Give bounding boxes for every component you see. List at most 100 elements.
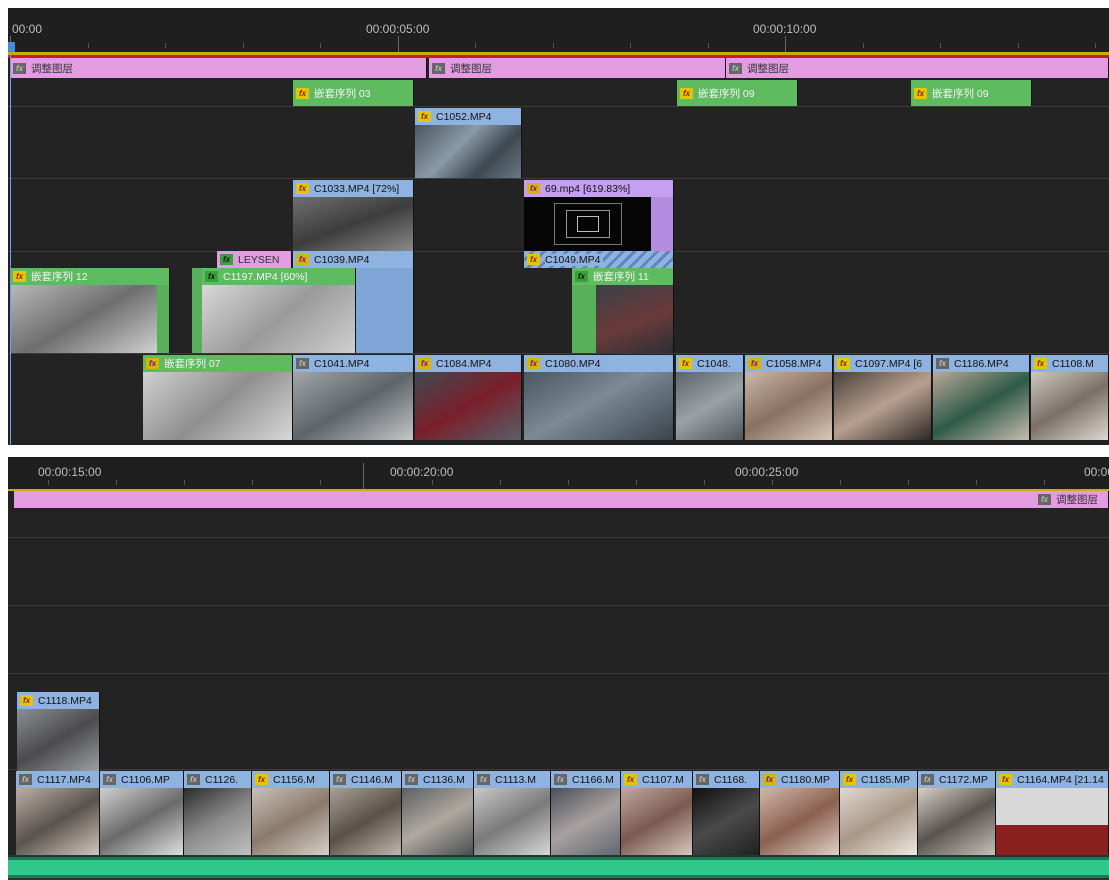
clip-label: C1117.MP4: [37, 773, 91, 786]
video-clip[interactable]: fx C1041.MP4: [293, 355, 414, 440]
clip-label: C1146.M: [351, 773, 393, 786]
timecode-label: 00:00:20:00: [390, 465, 454, 479]
fx-badge-icon: fx: [205, 271, 218, 282]
nested-sequence-clip[interactable]: fx 嵌套序列 03: [293, 80, 414, 106]
fx-badge-icon: fx: [843, 774, 856, 785]
nested-sequence-clip[interactable]: fx 嵌套序列 09: [677, 80, 798, 106]
fx-badge-icon: fx: [527, 183, 540, 194]
video-clip[interactable]: fx C1186.MP4: [933, 355, 1030, 440]
clip-thumbnail: [474, 788, 550, 855]
clip-label: 调整图层: [747, 62, 789, 75]
clip-label: C1048.: [697, 357, 731, 370]
clip-label: C1118.MP4: [38, 694, 92, 707]
video-clip[interactable]: fx 69.mp4 [619.83%]: [524, 180, 674, 251]
timeline-panel-bottom[interactable]: 00:00:15:00 00:00:20:00 00:00:25:00 00:0…: [8, 457, 1109, 880]
adjustment-layer-clip[interactable]: fx 调整图层: [726, 58, 1109, 78]
nested-sequence-clip[interactable]: fx 嵌套序列 07: [143, 355, 293, 440]
video-clip[interactable]: fx C1197.MP4 [60%]: [192, 268, 356, 353]
fx-badge-icon: fx: [527, 254, 540, 265]
video-clip[interactable]: fx C1156.M: [252, 771, 330, 855]
nested-sequence-clip[interactable]: fx 嵌套序列 12: [10, 268, 170, 353]
video-clip[interactable]: fx C1185.MP: [840, 771, 918, 855]
video-clip[interactable]: fx C1146.M: [330, 771, 402, 855]
fx-badge-icon: fx: [1034, 358, 1047, 369]
clip-label: C1097.MP4 [6: [855, 357, 923, 370]
video-clip[interactable]: fx C1107.M: [621, 771, 693, 855]
video-clip[interactable]: fx C1164.MP4 [21.14: [996, 771, 1109, 855]
fx-badge-icon: fx: [527, 358, 540, 369]
timeline-panel-top[interactable]: 00:00 00:00:05:00 00:00:10:00 fx 调整图层 fx 调…: [8, 8, 1109, 445]
clip-label: C1164.MP4 [21.14: [1017, 773, 1104, 786]
fx-badge-icon: fx: [20, 695, 33, 706]
adjustment-layer-clip[interactable]: fx 调整图层: [10, 58, 427, 78]
fx-badge-icon: fx: [477, 774, 490, 785]
fx-badge-icon: fx: [624, 774, 637, 785]
video-clip[interactable]: fx C1118.MP4: [17, 692, 100, 771]
fx-badge-icon: fx: [333, 774, 346, 785]
video-clip[interactable]: fx C1172.MP: [918, 771, 996, 855]
nested-sequence-clip[interactable]: fx 嵌套序列 11: [572, 268, 674, 353]
clip-label: 嵌套序列 12: [31, 271, 88, 283]
clip-thumbnail: [202, 285, 355, 353]
video-clip[interactable]: fx C1113.M: [474, 771, 551, 855]
clip-thumbnail: [293, 197, 413, 251]
time-ruler[interactable]: 00:00 00:00:05:00 00:00:10:00: [8, 8, 1109, 54]
fx-badge-icon: fx: [696, 774, 709, 785]
clip-label: C1126.: [205, 773, 239, 786]
clip-label: C1172.MP: [939, 773, 988, 786]
playhead-line: [10, 52, 11, 445]
video-clip[interactable]: fx C1117.MP4: [16, 771, 100, 855]
clip-label: C1166.M: [572, 773, 614, 786]
nested-sequence-clip[interactable]: fx 嵌套序列 09: [911, 80, 1032, 106]
video-clip[interactable]: fx C1097.MP4 [6: [834, 355, 932, 440]
fx-badge-icon: fx: [103, 774, 116, 785]
fx-badge-icon: fx: [680, 87, 693, 99]
audio-waveform[interactable]: [8, 855, 1109, 880]
video-clip[interactable]: fx C1136.M: [402, 771, 474, 855]
clip-label: 嵌套序列 09: [932, 87, 989, 100]
clip-thumbnail: [840, 788, 917, 855]
clip-thumbnail: [621, 788, 692, 855]
timecode-label: 00:00:25:00: [735, 465, 799, 479]
clip-label: C1049.MP4: [545, 253, 604, 266]
clip-thumbnail: [834, 372, 931, 440]
fx-badge-icon: fx: [554, 774, 567, 785]
video-clip[interactable]: fx C1180.MP: [760, 771, 840, 855]
fx-badge-icon: fx: [418, 111, 431, 122]
clip-label: 69.mp4 [619.83%]: [545, 182, 631, 195]
clip-thumbnail: [402, 788, 473, 855]
clip-thumbnail: [918, 788, 995, 855]
video-clip[interactable]: fx C1168.: [693, 771, 760, 855]
video-clip[interactable]: fx C1084.MP4: [415, 355, 522, 440]
video-clip[interactable]: fx C1033.MP4 [72%]: [293, 180, 414, 251]
fx-badge-icon: fx: [13, 62, 26, 74]
video-clip[interactable]: fx C1106.MP: [100, 771, 184, 855]
clip-thumbnail: [16, 788, 99, 855]
clip-thumbnail: [996, 788, 1108, 855]
adjustment-clip[interactable]: fx LEYSEN: [217, 251, 292, 268]
clip-label: C1136.M: [423, 773, 465, 786]
clip-label: C1080.MP4: [545, 357, 601, 370]
video-clip[interactable]: fx C1108.M: [1031, 355, 1109, 440]
video-clip[interactable]: fx C1049.MP4: [524, 251, 674, 268]
timecode-label: 00:00:05:00: [366, 22, 430, 36]
fx-badge-icon: fx: [921, 774, 934, 785]
clip-label: 嵌套序列 09: [698, 87, 755, 100]
clip-thumbnail: [100, 788, 183, 855]
video-clip[interactable]: fx C1052.MP4: [415, 108, 522, 178]
adjustment-layer-clip[interactable]: fx 调整图层: [14, 491, 1109, 508]
clip-thumbnail: [551, 788, 620, 855]
clip-thumbnail: [693, 788, 759, 855]
fx-badge-icon: fx: [418, 358, 431, 369]
fx-badge-icon: fx: [763, 774, 776, 785]
waveform-graphic: [8, 857, 1109, 878]
adjustment-layer-clip[interactable]: fx 调整图层: [429, 58, 726, 78]
fx-badge-icon: fx: [432, 62, 445, 74]
time-ruler[interactable]: 00:00:15:00 00:00:20:00 00:00:25:00 00:0…: [8, 457, 1109, 489]
clip-label: LEYSEN: [238, 253, 280, 266]
video-clip[interactable]: fx C1126.: [184, 771, 252, 855]
video-clip[interactable]: fx C1166.M: [551, 771, 621, 855]
video-clip[interactable]: fx C1048.: [676, 355, 744, 440]
video-clip[interactable]: fx C1080.MP4: [524, 355, 674, 440]
video-clip[interactable]: fx C1058.MP4: [745, 355, 833, 440]
